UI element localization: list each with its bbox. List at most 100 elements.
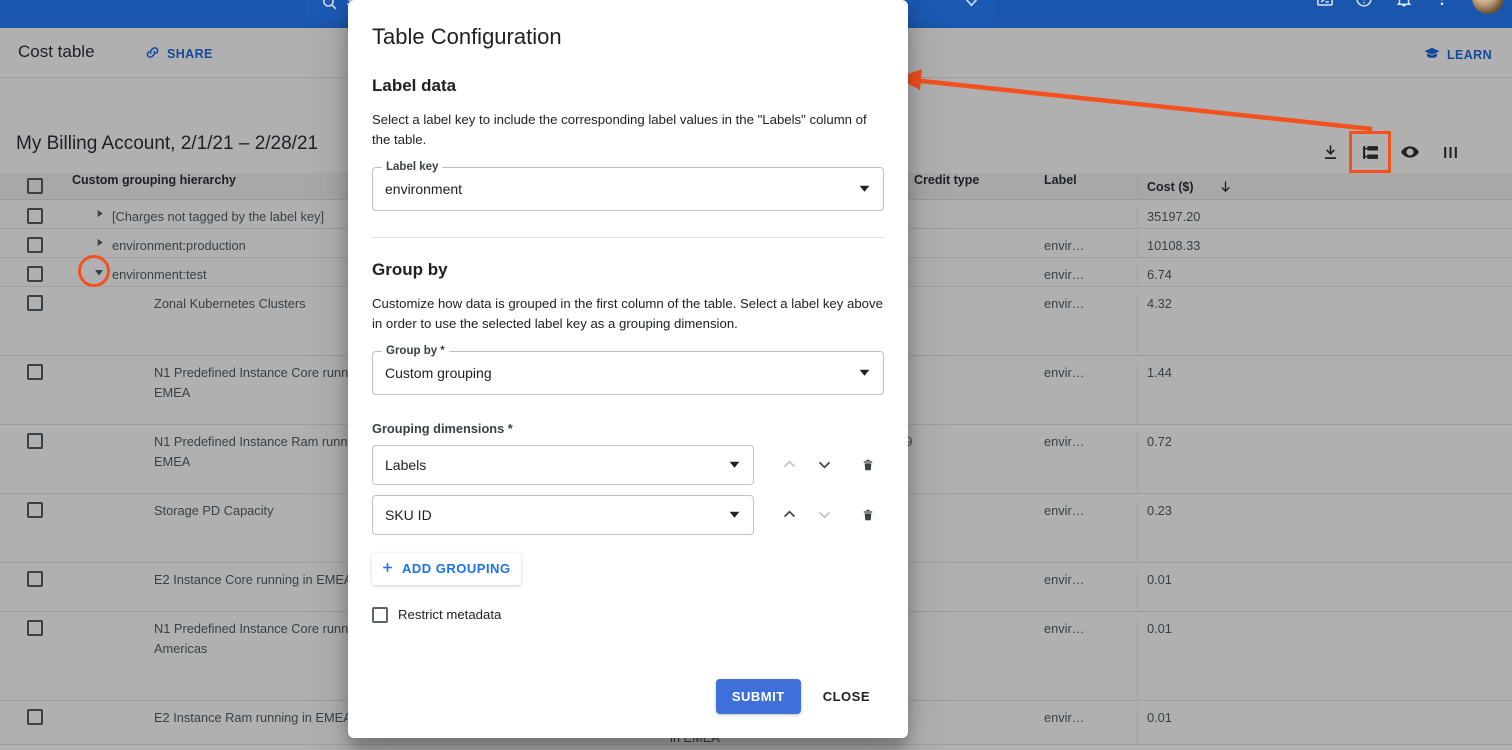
row-cost: 4.32 xyxy=(1137,294,1237,355)
group-by-description: Customize how data is grouped in the fir… xyxy=(372,294,884,335)
restrict-metadata-checkbox[interactable] xyxy=(372,607,388,623)
row-label: envir… xyxy=(1044,265,1137,285)
notifications-icon[interactable] xyxy=(1389,0,1419,14)
column-header-cost[interactable]: Cost ($) xyxy=(1147,180,1194,194)
row-caret-placeholder xyxy=(130,570,152,571)
dialog-title: Table Configuration xyxy=(372,24,884,50)
label-data-heading: Label data xyxy=(372,76,884,96)
share-button-label: SHARE xyxy=(167,47,213,61)
label-key-legend: Label key xyxy=(382,161,442,173)
row-checkbox[interactable] xyxy=(0,619,70,636)
row-label: envir… xyxy=(1044,708,1137,728)
row-caret-placeholder xyxy=(130,501,152,502)
link-icon xyxy=(144,44,161,64)
chevron-down-icon xyxy=(858,366,871,379)
sort-desc-icon[interactable] xyxy=(1218,179,1233,194)
help-icon[interactable] xyxy=(1349,0,1379,14)
close-button[interactable]: CLOSE xyxy=(809,679,884,714)
grouping-dimension-row: SKU ID xyxy=(372,495,884,535)
row-label: envir… xyxy=(1044,363,1137,383)
dialog-actions: SUBMIT CLOSE xyxy=(716,679,884,714)
grouping-dimensions-list: Labels SKU ID xyxy=(372,445,884,535)
row-checkbox[interactable] xyxy=(0,236,70,253)
visibility-icon[interactable] xyxy=(1396,138,1424,166)
column-header-label[interactable]: Label xyxy=(1044,173,1077,187)
row-hierarchy-label: E2 Instance Core running in EMEA xyxy=(152,570,352,590)
expand-row-caret[interactable] xyxy=(88,207,110,219)
share-button[interactable]: SHARE xyxy=(144,44,213,64)
row-label: envir… xyxy=(1044,501,1137,521)
column-header-credit-type[interactable]: Credit type xyxy=(914,173,979,187)
collapse-row-caret[interactable] xyxy=(88,265,110,278)
restrict-metadata-row[interactable]: Restrict metadata xyxy=(372,607,884,623)
page-title: Cost table xyxy=(18,42,95,62)
group-by-select[interactable]: Group by * Custom grouping xyxy=(372,351,884,395)
columns-icon[interactable] xyxy=(1436,138,1464,166)
row-checkbox[interactable] xyxy=(0,207,70,224)
plus-icon xyxy=(380,560,395,578)
terminal-icon[interactable] xyxy=(1310,0,1340,14)
grouping-dimension-select[interactable]: Labels xyxy=(372,445,754,485)
row-hierarchy-label: E2 Instance Ram running in EMEA xyxy=(152,708,352,728)
table-configuration-button[interactable] xyxy=(1356,138,1384,166)
submit-button[interactable]: SUBMIT xyxy=(716,679,801,714)
row-checkbox[interactable] xyxy=(0,708,70,725)
billing-account-title: My Billing Account, 2/1/21 – 2/28/21 xyxy=(16,133,318,155)
row-hierarchy-label: Zonal Kubernetes Clusters xyxy=(152,294,306,314)
row-cost: 0.01 xyxy=(1137,708,1237,744)
row-cost: 1.44 xyxy=(1137,363,1237,424)
row-label: envir… xyxy=(1044,294,1137,314)
expand-row-caret[interactable] xyxy=(88,236,110,248)
dialog-divider xyxy=(372,237,884,238)
row-checkbox[interactable] xyxy=(0,363,70,380)
row-hierarchy-label: Storage PD Capacity xyxy=(152,501,274,521)
row-hierarchy-label: environment:production xyxy=(110,236,246,256)
row-cost: 35197.20 xyxy=(1137,207,1237,228)
row-cost: 0.01 xyxy=(1137,570,1237,611)
row-checkbox[interactable] xyxy=(0,432,70,449)
add-grouping-button[interactable]: ADD GROUPING xyxy=(372,553,521,585)
add-grouping-label: ADD GROUPING xyxy=(402,561,511,576)
row-cost: 6.74 xyxy=(1137,265,1237,286)
learn-button[interactable]: LEARN xyxy=(1423,44,1492,65)
grouping-dimension-select[interactable]: SKU ID xyxy=(372,495,754,535)
row-cost: 0.01 xyxy=(1137,619,1237,700)
row-checkbox[interactable] xyxy=(0,501,70,518)
select-all-checkbox[interactable] xyxy=(0,173,70,194)
grouping-dimension-value: Labels xyxy=(385,457,728,473)
school-icon xyxy=(1423,44,1441,65)
delete-dimension-icon[interactable] xyxy=(853,498,884,531)
table-configuration-icon xyxy=(1356,138,1384,166)
chevron-down-icon xyxy=(858,182,871,195)
row-caret-placeholder xyxy=(130,363,152,364)
delete-dimension-icon[interactable] xyxy=(853,448,884,481)
label-key-value: environment xyxy=(385,181,858,197)
grouping-dimensions-label: Grouping dimensions * xyxy=(372,421,884,436)
group-by-value: Custom grouping xyxy=(385,365,858,381)
row-caret-placeholder xyxy=(130,432,152,433)
chevron-down-icon xyxy=(728,508,741,521)
row-hierarchy-label: [Charges not tagged by the label key] xyxy=(110,207,324,227)
chevron-down-icon[interactable] xyxy=(956,0,986,11)
row-cost: 0.72 xyxy=(1137,432,1237,493)
group-by-heading: Group by xyxy=(372,260,884,280)
row-checkbox[interactable] xyxy=(0,570,70,587)
move-dimension-down-icon[interactable] xyxy=(809,448,840,481)
more-vert-icon[interactable] xyxy=(1427,0,1457,14)
row-checkbox[interactable] xyxy=(0,265,70,282)
cost-table-toolbar xyxy=(1316,138,1464,166)
grouping-dimension-row: Labels xyxy=(372,445,884,485)
move-dimension-up-icon[interactable] xyxy=(774,498,805,531)
row-cost: 10108.33 xyxy=(1137,236,1237,257)
row-label: envir… xyxy=(1044,432,1137,452)
row-checkbox[interactable] xyxy=(0,294,70,311)
group-by-legend: Group by * xyxy=(382,345,449,357)
column-header-hierarchy[interactable]: Custom grouping hierarchy xyxy=(70,173,236,187)
download-icon[interactable] xyxy=(1316,138,1344,166)
row-cost: 0.23 xyxy=(1137,501,1237,562)
row-label: envir… xyxy=(1044,570,1137,590)
label-key-select[interactable]: Label key environment xyxy=(372,167,884,211)
row-hierarchy-label: environment:test xyxy=(110,265,207,285)
grouping-dimension-value: SKU ID xyxy=(385,507,728,523)
chevron-down-icon xyxy=(728,458,741,471)
